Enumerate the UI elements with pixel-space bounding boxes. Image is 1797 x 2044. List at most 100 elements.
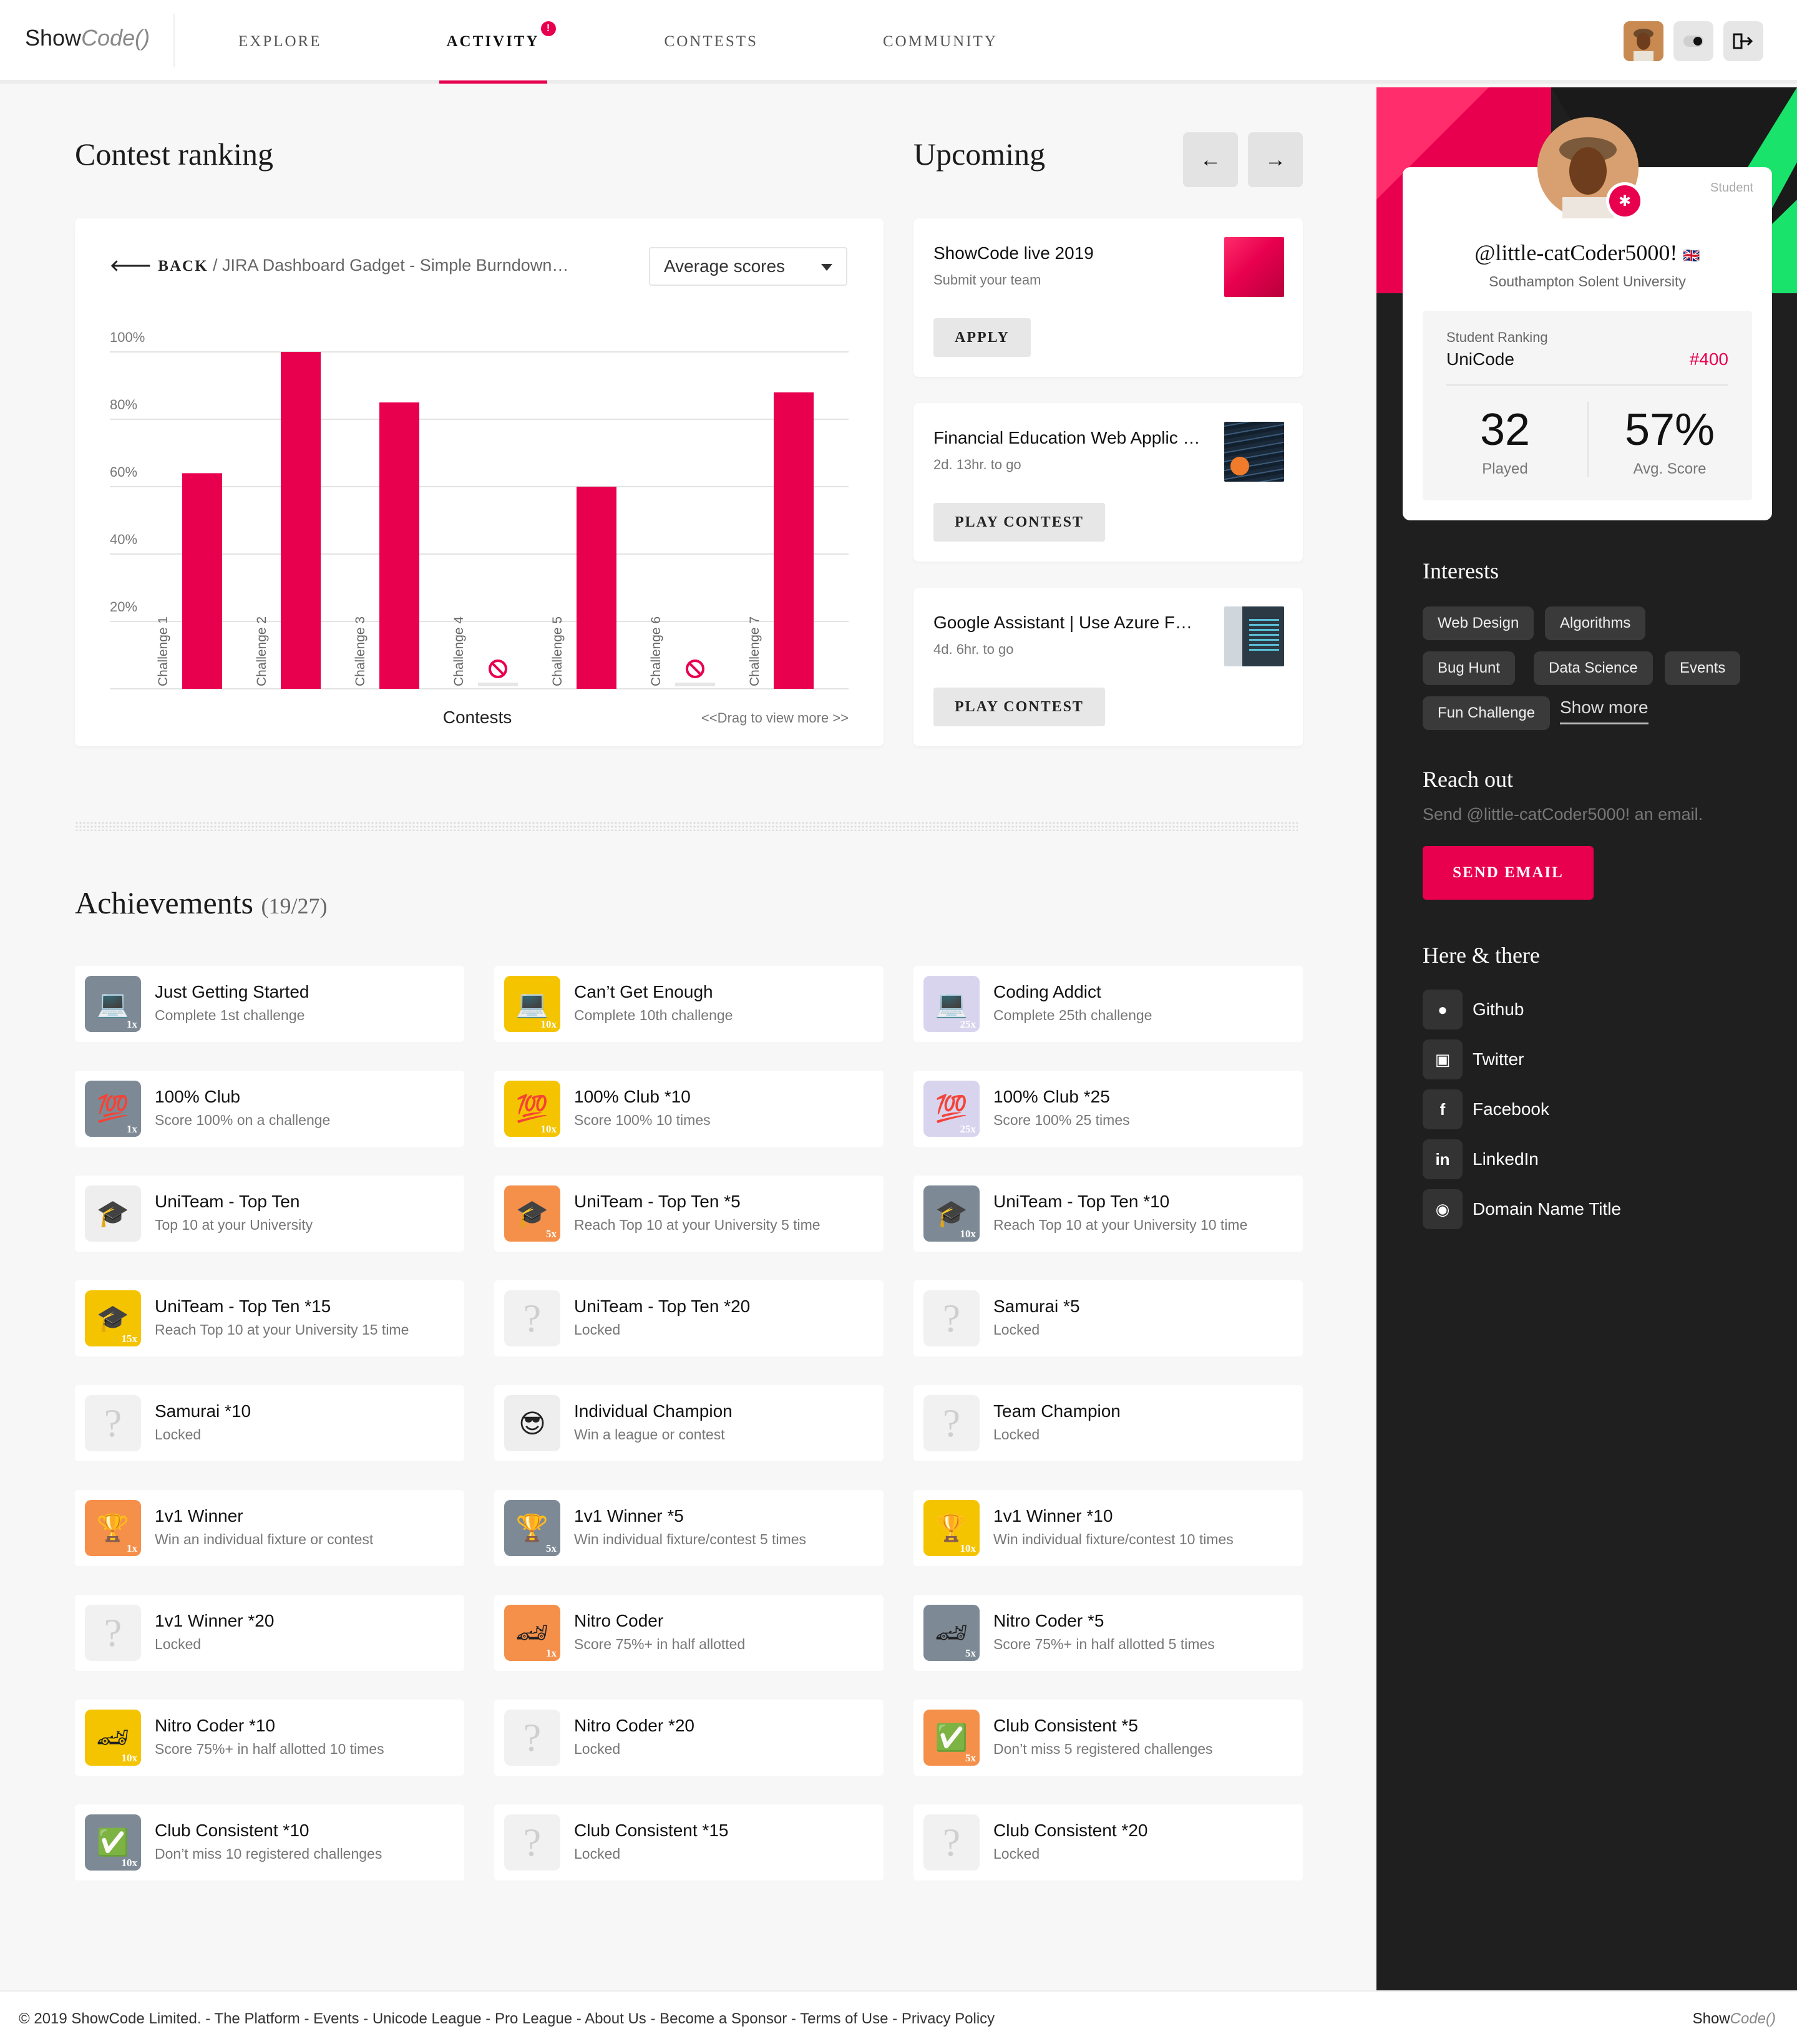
interest-chip[interactable]: Events <box>1665 651 1741 685</box>
user-avatar[interactable] <box>1624 21 1663 61</box>
ranking-name: UniCode <box>1446 349 1514 369</box>
achievement-glyph: 🎓 <box>515 1198 549 1228</box>
apply-button[interactable]: APPLY <box>933 318 1031 357</box>
achievement-multiplier: 5x <box>546 1542 557 1554</box>
achievement-card[interactable]: 💯 25x 100% Club *25 Score 100% 25 times <box>913 1071 1303 1147</box>
achievement-card[interactable]: 💻 1x Just Getting Started Complete 1st chal… <box>75 966 464 1042</box>
profile-university: Southampton Solent University <box>1489 273 1686 290</box>
played-label: Played <box>1482 460 1528 477</box>
achievement-description: Reach Top 10 at your University 5 time <box>574 1217 821 1233</box>
social-link-domain[interactable]: ◉ Domain Name Title <box>1423 1189 1621 1229</box>
achievement-title: Individual Champion <box>574 1401 733 1421</box>
achievement-card[interactable]: 🏆 10x 1v1 Winner *10 Win individual fixture… <box>913 1490 1303 1566</box>
upcoming-card[interactable]: Financial Education Web Applic … 2d. 13h… <box>913 403 1303 562</box>
achievement-card[interactable]: ? Nitro Coder *20 Locked <box>494 1700 884 1776</box>
achievement-card[interactable]: ? Team Champion Locked <box>913 1385 1303 1461</box>
social-link-twitter[interactable]: ▣ Twitter <box>1423 1039 1524 1079</box>
achievement-card[interactable]: 🏆 5x 1v1 Winner *5 Win individual fixture/c… <box>494 1490 884 1566</box>
trophy-icon: 🏆 5x <box>504 1500 560 1556</box>
achievement-card[interactable]: 🏎 10x Nitro Coder *10 Score 75%+ in half al… <box>75 1700 464 1776</box>
upcoming-card[interactable]: Google Assistant | Use Azure F… 4d. 6hr.… <box>913 588 1303 746</box>
achievement-glyph: 🏆 <box>515 1512 549 1542</box>
achievement-card[interactable]: 💯 1x 100% Club Score 100% on a challenge <box>75 1071 464 1147</box>
show-more-link[interactable]: Show more <box>1560 698 1648 724</box>
achievement-card[interactable]: ? Club Consistent *15 Locked <box>494 1804 884 1881</box>
social-label: Facebook <box>1473 1099 1549 1119</box>
interest-chip[interactable]: Web Design <box>1423 606 1534 640</box>
nav-explore[interactable]: EXPLORE <box>231 0 329 80</box>
question-mark-icon: ? <box>523 1296 542 1340</box>
achievement-card[interactable]: ? Samurai *5 Locked <box>913 1280 1303 1356</box>
interest-chip[interactable]: Fun Challenge <box>1423 696 1551 730</box>
interest-chip[interactable]: Bug Hunt <box>1423 651 1516 685</box>
nav-activity[interactable]: ACTIVITY! <box>439 0 556 84</box>
achievement-multiplier: 15x <box>121 1333 138 1345</box>
achievement-glyph: 🏎 <box>935 1617 968 1647</box>
logout-button[interactable] <box>1723 21 1763 61</box>
footer-logo[interactable]: ShowCode() <box>1693 2010 1776 2028</box>
back-link[interactable]: 🡐 BACK <box>110 258 208 275</box>
upcoming-next-button[interactable]: → <box>1248 132 1303 187</box>
achievement-card[interactable]: ? Club Consistent *20 Locked <box>913 1804 1303 1881</box>
upcoming-prev-button[interactable]: ← <box>1183 132 1238 187</box>
chart-bar[interactable] <box>281 352 321 689</box>
achievement-card[interactable]: 💯 10x 100% Club *10 Score 100% 10 times <box>494 1071 884 1147</box>
achievement-glyph: 🏆 <box>935 1512 968 1542</box>
nav-contests[interactable]: CONTESTS <box>657 0 766 80</box>
achievement-card[interactable]: 🏎 5x Nitro Coder *5 Score 75%+ in half allo… <box>913 1595 1303 1671</box>
achievement-card[interactable]: 🎓 5x UniTeam - Top Ten *5 Reach Top 10 at y… <box>494 1175 884 1252</box>
send-email-button[interactable]: SEND EMAIL <box>1423 846 1594 900</box>
chart-bar[interactable] <box>774 392 814 689</box>
achievement-card[interactable]: ? 1v1 Winner *20 Locked <box>75 1595 464 1671</box>
achievement-card[interactable]: ✅ 5x Club Consistent *5 Don’t miss 5 regist… <box>913 1700 1303 1776</box>
interest-chip[interactable]: Data Science <box>1534 651 1653 685</box>
achievement-card[interactable]: 🏆 1x 1v1 Winner Win an individual fixture o… <box>75 1490 464 1566</box>
achievement-card[interactable]: ? UniTeam - Top Ten *20 Locked <box>494 1280 884 1356</box>
play-contest-button[interactable]: PLAY CONTEST <box>933 688 1105 726</box>
achievement-card[interactable]: 🎓 UniTeam - Top Ten Top 10 at your Univers… <box>75 1175 464 1252</box>
chart-bar[interactable] <box>379 402 419 689</box>
chart-bar[interactable] <box>577 487 616 689</box>
footer-logo-code: Code() <box>1730 2010 1776 2027</box>
achievement-title: Nitro Coder *10 <box>155 1716 275 1735</box>
twitter-icon: ▣ <box>1423 1039 1463 1079</box>
achievement-card[interactable]: 😎 Individual Champion Win a league or cont… <box>494 1385 884 1461</box>
achievement-card[interactable]: 💻 25x Coding Addict Complete 25th challenge <box>913 966 1303 1042</box>
social-link-github[interactable]: ● Github <box>1423 990 1524 1029</box>
flag-icon: 🇬🇧 <box>1683 248 1700 263</box>
achievement-glyph: 💻 <box>935 988 968 1018</box>
achievement-card[interactable]: 💻 10x Can’t Get Enough Complete 10th challe… <box>494 966 884 1042</box>
hundred-icon: 💯 1x <box>85 1081 141 1137</box>
laptop-icon: 💻 25x <box>923 976 980 1032</box>
achievement-card[interactable]: 🎓 10x UniTeam - Top Ten *10 Reach Top 10 at… <box>913 1175 1303 1252</box>
achievement-title: Club Consistent *10 <box>155 1821 309 1840</box>
social-link-facebook[interactable]: f Facebook <box>1423 1089 1549 1129</box>
nav-community[interactable]: COMMUNITY <box>875 0 1005 80</box>
no-entry-icon <box>478 659 518 686</box>
achievement-description: Locked <box>993 1321 1040 1338</box>
locked-icon: ? <box>85 1395 141 1451</box>
upcoming-card[interactable]: ShowCode live 2019 Submit your team APPL… <box>913 218 1303 377</box>
achievement-multiplier: 10x <box>960 1542 976 1554</box>
achievement-glyph: 💯 <box>515 1093 549 1123</box>
logo[interactable]: ShowCode() <box>25 25 150 51</box>
achievement-card[interactable]: ✅ 10x Club Consistent *10 Don’t miss 10 reg… <box>75 1804 464 1881</box>
achievement-description: Win a league or contest <box>574 1426 725 1443</box>
achievement-card[interactable]: ? Samurai *10 Locked <box>75 1385 464 1461</box>
social-link-linkedin[interactable]: in LinkedIn <box>1423 1139 1539 1179</box>
footer-links[interactable]: © 2019 ShowCode Limited. - The Platform … <box>19 2010 995 2028</box>
achievement-multiplier: 25x <box>960 1018 976 1030</box>
locked-icon: ? <box>504 1290 560 1346</box>
play-contest-button[interactable]: PLAY CONTEST <box>933 503 1105 542</box>
achievement-card[interactable]: 🎓 15x UniTeam - Top Ten *15 Reach Top 10 at… <box>75 1280 464 1356</box>
theme-toggle-button[interactable] <box>1673 21 1713 61</box>
y-tick-label: 100% <box>110 329 145 345</box>
chart-bar[interactable] <box>182 473 222 689</box>
achievement-card[interactable]: 🏎 1x Nitro Coder Score 75%+ in half allotte… <box>494 1595 884 1671</box>
interest-chip[interactable]: Algorithms <box>1545 606 1646 640</box>
achievement-multiplier: 10x <box>121 1752 138 1764</box>
y-tick-label: 60% <box>110 464 137 480</box>
contest-thumbnail <box>1224 422 1284 482</box>
no-entry-icon <box>675 659 715 686</box>
score-type-select[interactable]: Average scores <box>649 247 847 286</box>
